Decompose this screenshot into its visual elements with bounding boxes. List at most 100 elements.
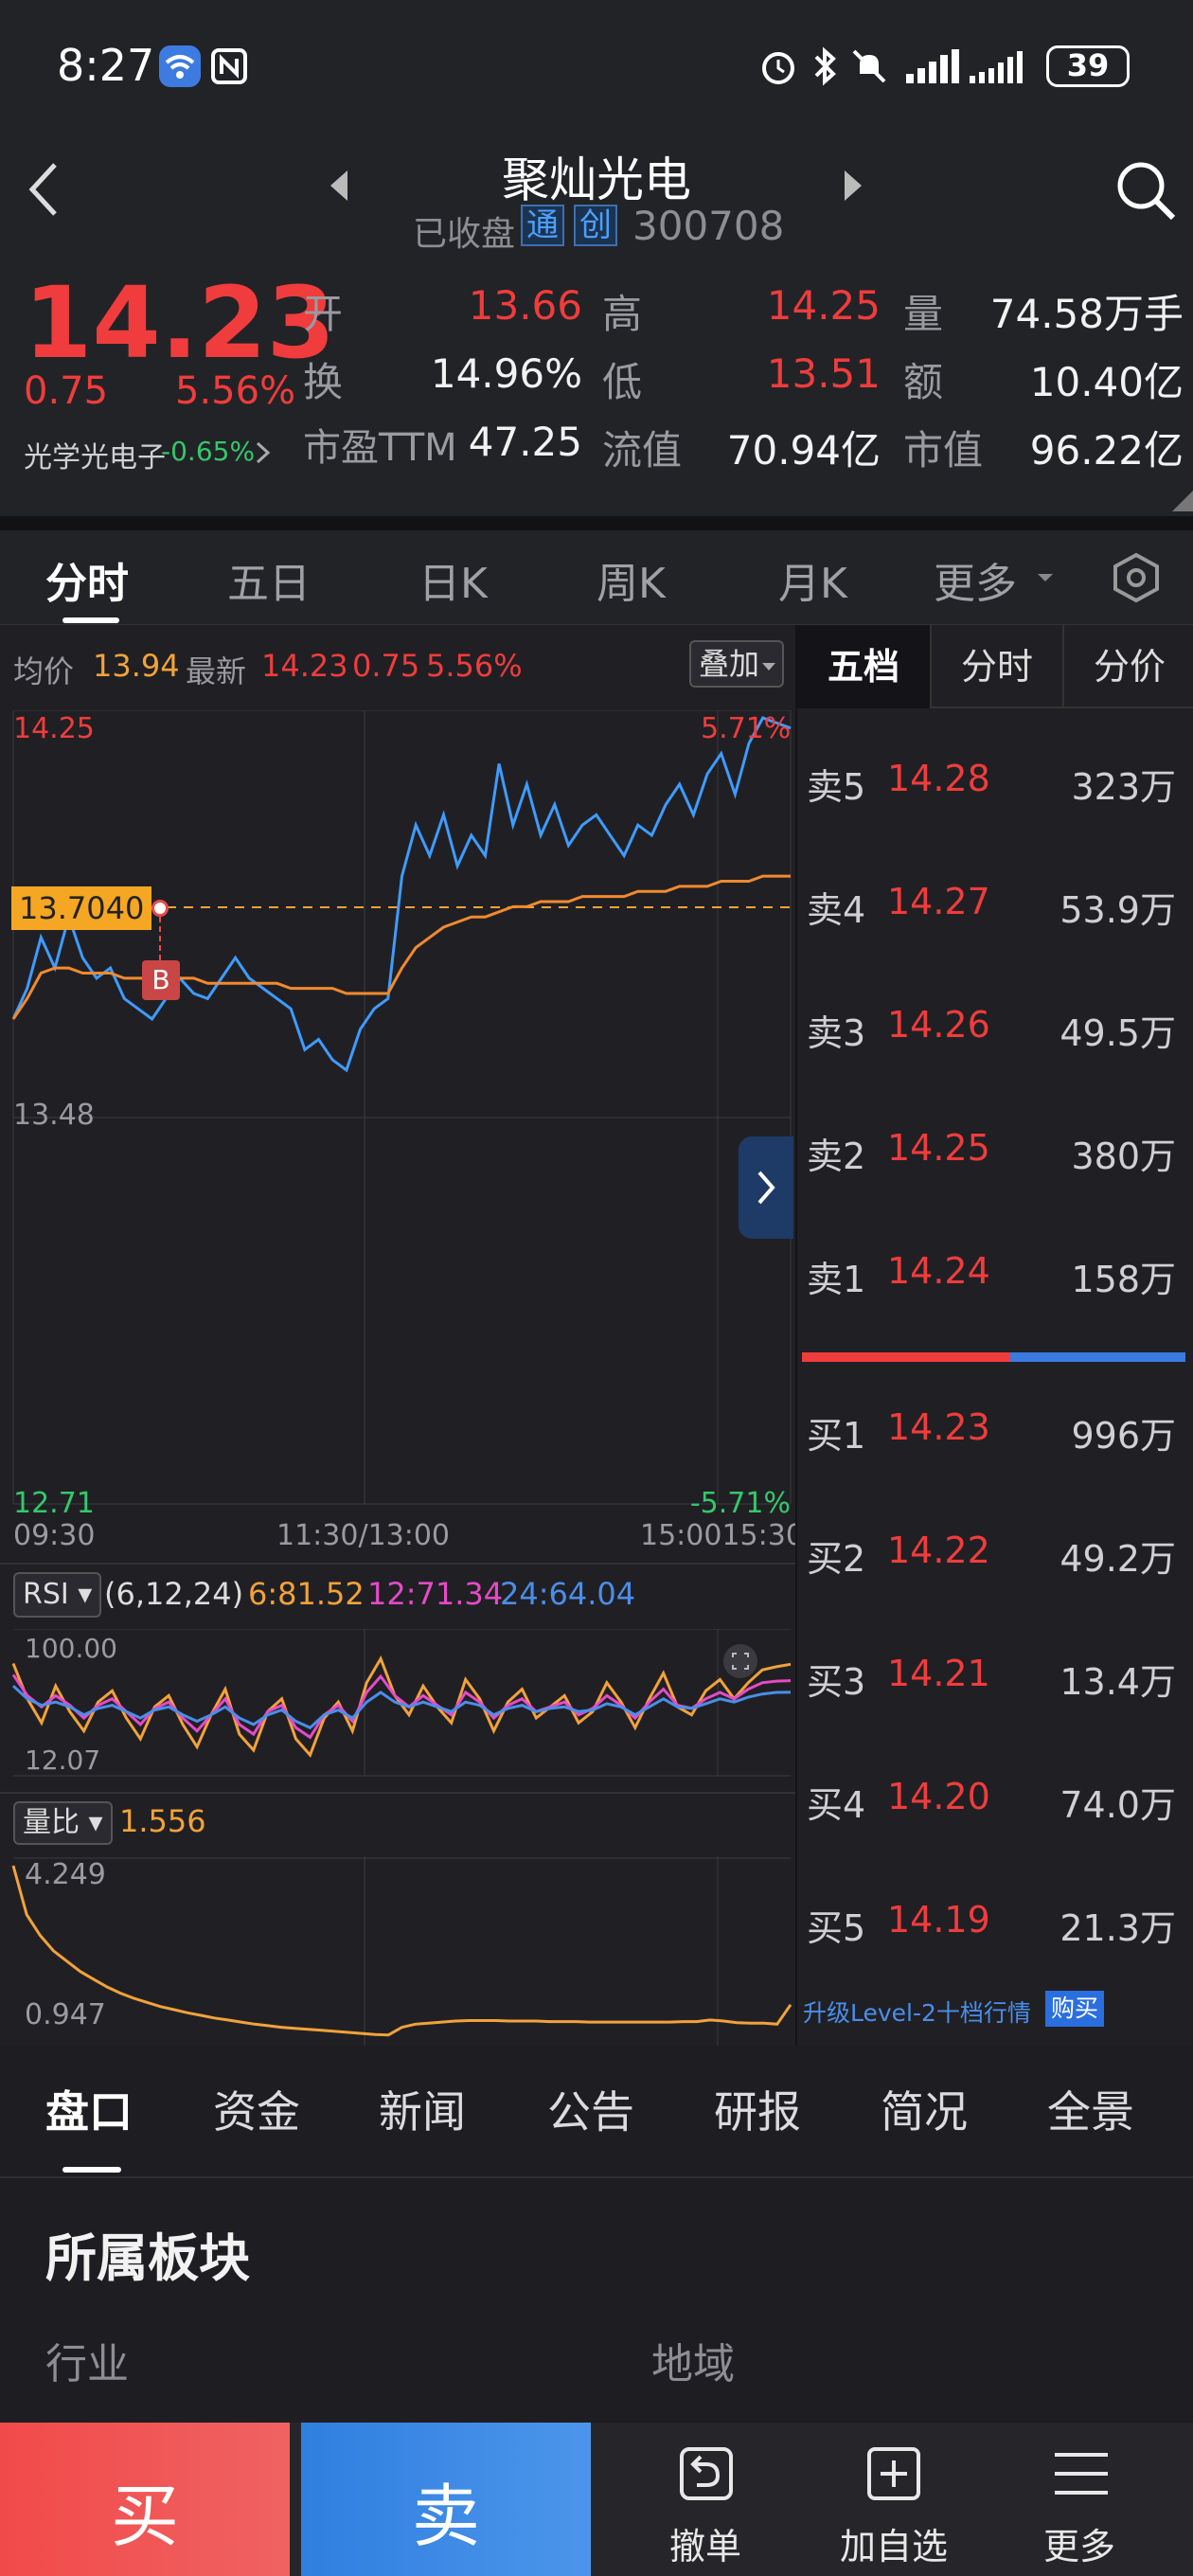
ask-price: 14.24 [887,1250,990,1292]
rsi-selector[interactable]: RSI ▾ [13,1572,102,1618]
bid-price: 14.22 [887,1530,990,1571]
more-button[interactable]: 更多 [987,2423,1172,2576]
tab-profile[interactable]: 简况 [881,2078,968,2140]
market-status: 已收盘 [413,215,516,254]
time-start: 09:30 [13,1519,96,1552]
tab-research[interactable]: 研报 [714,2078,801,2140]
ask-volume: 323万 [1071,766,1176,808]
tab-intraday[interactable]: 分时 [45,549,129,610]
tab-order-panel[interactable]: 盘口 [45,2078,133,2140]
latest-label: 最新 [186,653,247,689]
rsi6-series-line [11,1655,792,1758]
more-label: 更多 [1042,2526,1115,2567]
bid-row-2[interactable]: 买2 14.22 49.2万 [797,1492,1193,1615]
buy-marker[interactable]: B [142,960,180,1000]
sector-name[interactable]: 光学光电子 [24,434,166,475]
cancel-order-button[interactable]: 撤单 [615,2423,795,2576]
stock-name: 聚灿光电 [502,152,691,207]
high-value: 14.25 [766,282,881,329]
tab-ticks[interactable]: 分时 [930,625,1062,708]
prev-stock-icon[interactable] [327,167,351,205]
price-change-pct: 5.56% [175,369,296,413]
sector-change[interactable]: -0.65% [161,436,255,467]
chevron-right-icon[interactable] [254,439,273,466]
pct-axis-bottom: -5.71% [689,1487,791,1520]
tab-monthly-k[interactable]: 月K [778,549,847,610]
add-watchlist-button[interactable]: 加自选 [801,2423,987,2576]
bid-price: 14.21 [887,1653,990,1694]
bid-row-1[interactable]: 买1 14.23 996万 [797,1368,1193,1492]
rsi-label: RSI [23,1578,69,1611]
intraday-chart[interactable] [0,710,795,1544]
industry-label: 行业 [45,2340,129,2388]
sell-button[interactable]: 卖 [301,2423,591,2576]
rsi-axis-bottom: 12.07 [25,1744,101,1776]
tab-five-day[interactable]: 五日 [227,549,311,610]
search-icon[interactable] [1113,157,1179,224]
y-axis-bottom: 12.71 [13,1487,95,1520]
volume-ratio-chart[interactable] [0,1856,795,2046]
tab-five-level[interactable]: 五档 [797,625,930,708]
ask-row-1[interactable]: 卖1 14.24 158万 [797,1212,1193,1335]
ask-row-5[interactable]: 卖5 14.28 323万 [797,720,1193,843]
amount-value: 10.40亿 [1029,359,1184,405]
chart-period-tabs: 分时 五日 日K 周K 月K 更多 [0,530,1193,625]
bid-volume: 49.2万 [1059,1538,1176,1580]
avg-label: 均价 [13,653,75,689]
bid-price: 14.23 [887,1406,990,1448]
info-tabs: 盘口 资金 新闻 公告 研报 简况 全景 [0,2046,1193,2178]
volume-ratio-selector[interactable]: 量比 ▾ [13,1801,113,1845]
bid-row-5[interactable]: 买5 14.19 21.3万 [797,1861,1193,1984]
rsi-fullscreen-icon[interactable] [723,1644,757,1678]
tab-announcements[interactable]: 公告 [547,2078,634,2140]
cancel-order-icon [676,2443,737,2504]
chart-area: 均价 13.94 最新 14.23 0.75 5.56% 叠加 14.25 13… [0,625,804,2046]
ask-label: 卖2 [807,1136,866,1177]
rsi-12: 12:71.34 [367,1576,504,1612]
latest-value: 14.23 [261,648,348,684]
upgrade-level2-link[interactable]: 升级Level-2十档行情 [803,1995,1031,2029]
ask-row-2[interactable]: 卖2 14.25 380万 [797,1089,1193,1212]
float-cap-value: 70.94亿 [726,427,881,474]
bid-label: 买3 [807,1661,866,1703]
bid-label: 买5 [807,1907,866,1949]
buy-label: 买 [110,2477,179,2556]
overlay-caret-icon [761,659,776,672]
rsi-chart[interactable] [0,1629,795,1780]
ask-label: 卖4 [807,889,866,931]
tab-daily-k[interactable]: 日K [418,549,488,610]
expand-corner-icon[interactable] [1172,491,1193,511]
ask-strength-bar [802,1352,1010,1362]
tab-weekly-k[interactable]: 周K [596,549,666,610]
expand-panel-button[interactable] [739,1136,793,1239]
tab-overview[interactable]: 全景 [1047,2078,1134,2140]
volume-ratio-divider [0,1792,795,1794]
bid-row-4[interactable]: 买4 14.20 74.0万 [797,1738,1193,1861]
ask-row-4[interactable]: 卖4 14.27 53.9万 [797,843,1193,966]
rsi-axis-top: 100.00 [25,1633,117,1664]
market-cap-value: 96.22亿 [1029,427,1184,474]
alarm-icon [757,45,799,87]
bid-row-3[interactable]: 买3 14.21 13.4万 [797,1615,1193,1738]
tab-price-distribution[interactable]: 分价 [1062,625,1193,708]
wifi-status-icon [159,45,201,87]
sell-label: 卖 [411,2477,480,2556]
ask-label: 卖1 [807,1259,866,1300]
tab-news[interactable]: 新闻 [379,2078,466,2140]
trade-footer: 买 卖 撤单 加自选 更多 [0,2423,1193,2576]
caret-down-icon[interactable] [1036,568,1055,587]
purchase-badge[interactable]: 购买 [1045,1991,1105,2027]
next-stock-icon[interactable] [841,167,865,205]
stock-code: 300708 [632,203,785,249]
settings-hexagon-icon[interactable] [1110,551,1163,604]
latest-pct: 5.56% [426,648,523,684]
open-value: 13.66 [468,282,582,329]
rsi-params: (6,12,24) [104,1576,244,1612]
ask-row-3[interactable]: 卖3 14.26 49.5万 [797,966,1193,1089]
tab-more[interactable]: 更多 [934,549,1017,610]
status-bar: 8:27 39 [0,0,1193,142]
tab-funds[interactable]: 资金 [213,2078,300,2140]
ask-label: 卖5 [807,766,866,808]
buy-button[interactable]: 买 [0,2423,290,2576]
back-icon[interactable] [21,161,68,218]
